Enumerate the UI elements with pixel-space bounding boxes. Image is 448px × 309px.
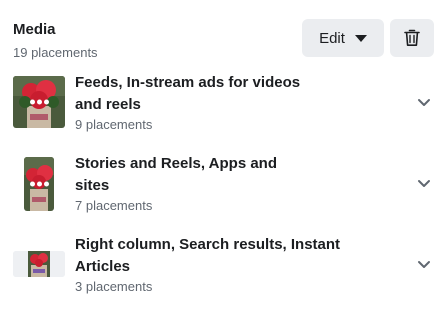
placement-group-count: 3 placements bbox=[75, 279, 153, 294]
placement-group-count: 7 placements bbox=[75, 198, 153, 213]
placement-group-count: 9 placements bbox=[75, 117, 153, 132]
edit-button-label: Edit bbox=[319, 29, 345, 47]
placement-group-title: Stories and Reels, Apps and sites bbox=[75, 155, 277, 194]
more-dots-icon bbox=[13, 99, 65, 105]
placement-group-stories[interactable]: Stories and Reels, Apps and sites 7 plac… bbox=[0, 151, 448, 221]
delete-button[interactable] bbox=[390, 19, 434, 57]
placement-thumbnail bbox=[13, 251, 65, 277]
more-dots-icon bbox=[24, 181, 54, 187]
media-section-header: Media 19 placements bbox=[13, 21, 98, 61]
chevron-down-icon[interactable] bbox=[416, 175, 432, 191]
placement-group-title: Right column, Search results, Instant Ar… bbox=[75, 236, 341, 275]
chevron-down-icon[interactable] bbox=[416, 256, 432, 272]
trash-icon bbox=[404, 29, 420, 46]
section-title: Media bbox=[13, 21, 56, 38]
chevron-down-icon[interactable] bbox=[416, 94, 432, 110]
placement-group-feeds[interactable]: Feeds, In-stream ads for videos and reel… bbox=[0, 70, 448, 140]
placement-count: 19 placements bbox=[13, 45, 98, 60]
placement-group-right-column[interactable]: Right column, Search results, Instant Ar… bbox=[0, 232, 448, 302]
placement-thumbnail bbox=[24, 157, 54, 211]
placement-thumbnail bbox=[13, 76, 65, 128]
edit-button[interactable]: Edit bbox=[302, 19, 384, 57]
placement-group-title: Feeds, In-stream ads for videos and reel… bbox=[75, 74, 301, 113]
caret-down-icon bbox=[354, 34, 367, 42]
